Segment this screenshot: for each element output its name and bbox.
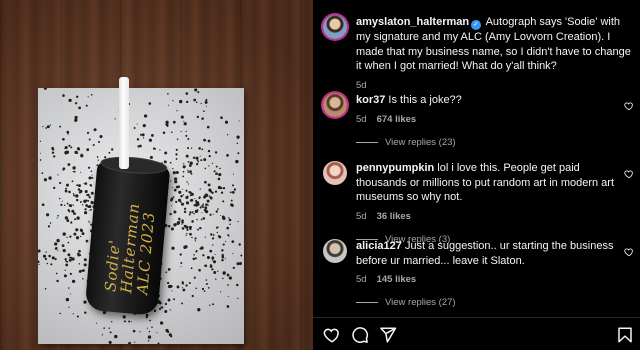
avatar[interactable] bbox=[323, 93, 347, 117]
avatar[interactable] bbox=[323, 161, 347, 185]
action-bar bbox=[313, 317, 640, 350]
comment-time: 5d bbox=[356, 274, 367, 285]
heart-icon[interactable] bbox=[624, 247, 634, 257]
comments-panel: amyslaton_halterman ✓ Autograph says 'Sod… bbox=[313, 0, 640, 350]
instagram-post: Sodie' Halterman ALC 2023 amyslaton_halt… bbox=[0, 0, 640, 350]
view-replies-link[interactable]: View replies (23) bbox=[356, 137, 618, 148]
avatar[interactable] bbox=[323, 15, 347, 39]
heart-icon[interactable] bbox=[323, 326, 341, 344]
post-photo[interactable]: Sodie' Halterman ALC 2023 bbox=[0, 0, 313, 350]
comment-body: alicia127 Just a suggestion.. ur startin… bbox=[356, 239, 618, 308]
verified-badge-icon: ✓ bbox=[471, 20, 482, 30]
comment-username[interactable]: pennypumpkin bbox=[356, 162, 434, 174]
caption-body: amyslaton_halterman ✓ Autograph says 'Sod… bbox=[356, 15, 632, 91]
send-icon[interactable] bbox=[379, 326, 397, 344]
comment-content: Is this a joke?? bbox=[388, 94, 462, 106]
straw bbox=[119, 77, 129, 169]
comment-likes[interactable]: 145 likes bbox=[377, 274, 417, 285]
comment-username[interactable]: kor37 bbox=[356, 94, 385, 106]
comment-likes[interactable]: 36 likes bbox=[377, 211, 411, 222]
comment-body: pennypumpkin lol i love this. People get… bbox=[356, 161, 618, 245]
author-username[interactable]: amyslaton_halterman bbox=[356, 16, 469, 28]
can-autograph: Sodie' Halterman ALC 2023 bbox=[101, 201, 159, 296]
comment-meta: 5d 36 likes bbox=[356, 211, 618, 222]
comment-meta: 5d 674 likes bbox=[356, 114, 618, 125]
comment-text: kor37 Is this a joke?? bbox=[356, 93, 618, 108]
comment-likes[interactable]: 674 likes bbox=[377, 114, 417, 125]
comment-meta: 5d 145 likes bbox=[356, 274, 618, 285]
comment-text: alicia127 Just a suggestion.. ur startin… bbox=[356, 239, 618, 268]
comment-time: 5d bbox=[356, 113, 367, 125]
view-replies-link[interactable]: View replies (27) bbox=[356, 297, 618, 308]
comment-body: kor37 Is this a joke?? 5d 674 likes View … bbox=[356, 93, 618, 148]
comment-username[interactable]: alicia127 bbox=[356, 240, 402, 252]
caption-text: amyslaton_halterman ✓ Autograph says 'Sod… bbox=[356, 15, 632, 74]
heart-icon[interactable] bbox=[624, 101, 634, 111]
caption-meta: 5d bbox=[356, 80, 632, 91]
comment-text: pennypumpkin lol i love this. People get… bbox=[356, 161, 618, 205]
comment-time: 5d bbox=[356, 210, 367, 222]
heart-icon[interactable] bbox=[624, 169, 634, 179]
post-time: 5d bbox=[356, 79, 367, 91]
soda-can: Sodie' Halterman ALC 2023 bbox=[84, 160, 171, 316]
comment-icon[interactable] bbox=[351, 326, 369, 344]
avatar[interactable] bbox=[323, 239, 347, 263]
bookmark-icon[interactable] bbox=[616, 326, 634, 344]
